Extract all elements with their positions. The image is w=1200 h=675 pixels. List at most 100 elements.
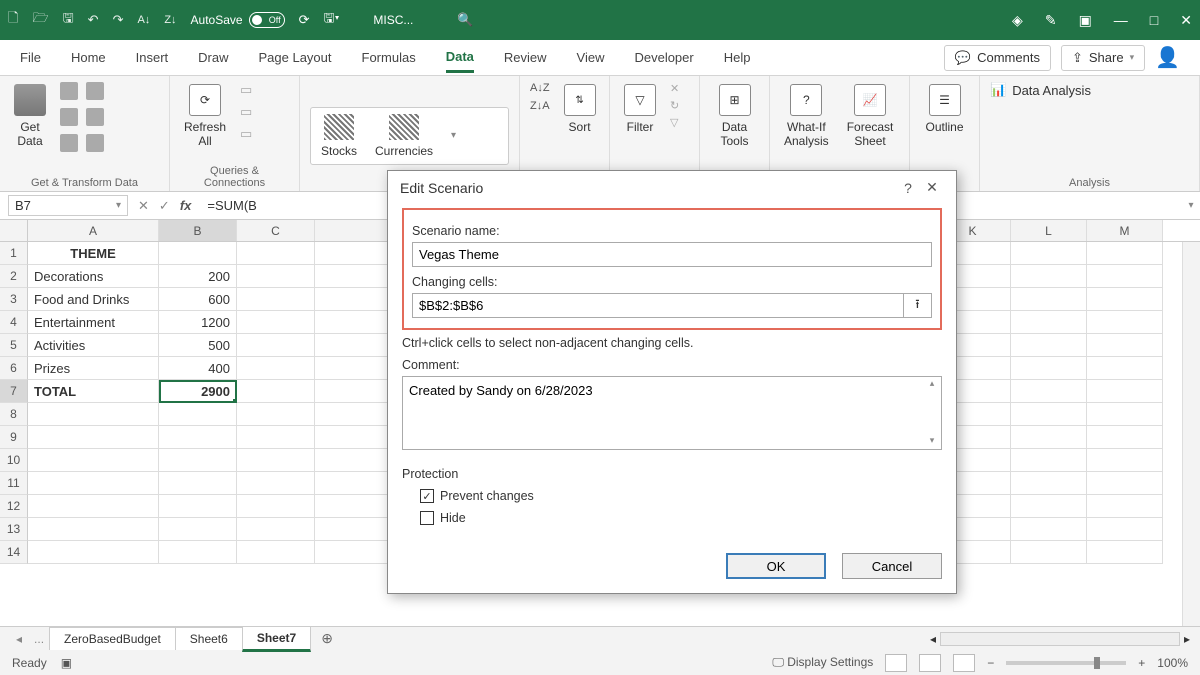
row-header[interactable]: 4 [0,311,28,334]
normal-view-icon[interactable] [885,654,907,672]
wand-icon[interactable]: ✎ [1045,12,1057,29]
cell[interactable] [237,403,315,426]
filter-button[interactable]: ▽ Filter [620,82,660,136]
outline-button[interactable]: ☰ Outline [920,82,969,136]
row-header[interactable]: 11 [0,472,28,495]
cell[interactable] [159,242,237,265]
name-box[interactable]: B7 [8,195,128,216]
share-button[interactable]: ⇪Share ▾ [1061,45,1145,71]
page-layout-view-icon[interactable] [919,654,941,672]
col-header-m[interactable]: M [1087,220,1163,241]
reapply-icon[interactable]: ↻ [670,99,679,112]
cell[interactable] [1087,541,1163,564]
account-icon[interactable]: 👤 [1155,45,1180,71]
changing-cells-input[interactable] [412,293,904,318]
cell[interactable] [1011,495,1087,518]
cell[interactable] [1011,288,1087,311]
macro-rec-icon[interactable]: ▣ [61,656,72,670]
tab-formulas[interactable]: Formulas [362,44,416,71]
close-icon[interactable]: ✕ [1180,12,1192,29]
cell[interactable] [1011,380,1087,403]
currencies-type[interactable]: Currencies [375,114,433,158]
scroll-right-icon[interactable]: ▸ [1184,632,1190,646]
sheet-tab-sheet7[interactable]: Sheet7 [242,626,311,652]
cell[interactable] [237,472,315,495]
maximize-icon[interactable]: □ [1150,12,1158,29]
tab-insert[interactable]: Insert [136,44,169,71]
row-header[interactable]: 5 [0,334,28,357]
zoom-in-icon[interactable]: + [1138,656,1145,670]
cell[interactable] [159,518,237,541]
row-header[interactable]: 8 [0,403,28,426]
save-dropdown-icon[interactable]: 🖫▾ [324,9,340,31]
enter-formula-icon[interactable]: ✓ [159,198,170,214]
tab-help[interactable]: Help [724,44,751,71]
cell[interactable] [1087,357,1163,380]
hide-checkbox[interactable]: Hide [420,511,942,525]
cell[interactable] [1011,334,1087,357]
scroll-left-icon[interactable]: ◂ [930,632,936,646]
cell[interactable] [1087,449,1163,472]
undo-icon[interactable]: ↶ [88,12,99,28]
whatif-button[interactable]: ? What-If Analysis [780,82,833,150]
queries-icon[interactable]: ▭ [240,82,252,98]
cell[interactable] [1087,288,1163,311]
zoom-out-icon[interactable]: − [987,656,994,670]
col-header-a[interactable]: A [28,220,159,241]
refresh-all-button[interactable]: ⟳ Refresh All [180,82,230,150]
row-header[interactable]: 12 [0,495,28,518]
zoom-slider[interactable] [1006,661,1126,665]
clear-icon[interactable]: ✕ [670,82,679,95]
cell[interactable] [237,357,315,380]
cell[interactable] [237,242,315,265]
comment-textarea[interactable]: Created by Sandy on 6/28/2023 [402,376,942,450]
tab-view[interactable]: View [577,44,605,71]
cell[interactable] [1087,518,1163,541]
cell[interactable]: Prizes [28,357,159,380]
scroll-down-icon[interactable]: ▾ [924,435,940,451]
cell[interactable] [28,518,159,541]
row-header[interactable]: 10 [0,449,28,472]
cell[interactable] [159,472,237,495]
cell[interactable] [1011,426,1087,449]
cell[interactable]: TOTAL [28,380,159,403]
cell[interactable] [237,495,315,518]
dialog-close-icon[interactable]: ✕ [920,179,944,196]
row-header[interactable]: 2 [0,265,28,288]
tab-home[interactable]: Home [71,44,106,71]
cancel-formula-icon[interactable]: ✕ [138,198,149,214]
cell[interactable] [159,403,237,426]
cell[interactable]: Entertainment [28,311,159,334]
ribbon-display-icon[interactable]: ▣ [1079,12,1092,29]
col-header-c[interactable]: C [237,220,315,241]
sheet-tab-zerobasedbudget[interactable]: ZeroBasedBudget [49,627,176,650]
cell[interactable]: Food and Drinks [28,288,159,311]
range-picker-icon[interactable]: ⭱ [904,293,932,318]
cell[interactable] [237,541,315,564]
cell[interactable] [159,426,237,449]
col-header-b[interactable]: B [159,220,237,241]
sheet-tab-sheet6[interactable]: Sheet6 [175,627,243,650]
select-all-corner[interactable] [0,220,28,241]
cell[interactable] [237,380,315,403]
data-tools-button[interactable]: ⊞ Data Tools [710,82,759,150]
open-file-icon[interactable]: 🗁 [32,9,48,31]
cell[interactable] [1011,472,1087,495]
cell[interactable] [28,472,159,495]
cell[interactable] [28,495,159,518]
cell[interactable] [28,449,159,472]
advanced-icon[interactable]: ▽ [670,116,679,129]
row-header[interactable]: 14 [0,541,28,564]
cell[interactable] [1011,518,1087,541]
get-data-button[interactable]: Get Data [10,82,50,150]
save-icon[interactable]: 🖫 [63,9,74,31]
redo-icon[interactable]: ↷ [113,12,124,28]
cell[interactable] [28,426,159,449]
forecast-button[interactable]: 📈 Forecast Sheet [843,82,898,150]
chevron-down-icon[interactable]: ▾ [451,130,456,141]
zoom-level[interactable]: 100% [1157,656,1188,670]
cell[interactable] [1087,265,1163,288]
data-analysis-button[interactable]: 📊Data Analysis [990,82,1091,98]
toggle-switch[interactable]: Off [249,12,285,28]
scroll-up-icon[interactable]: ▴ [924,378,940,394]
